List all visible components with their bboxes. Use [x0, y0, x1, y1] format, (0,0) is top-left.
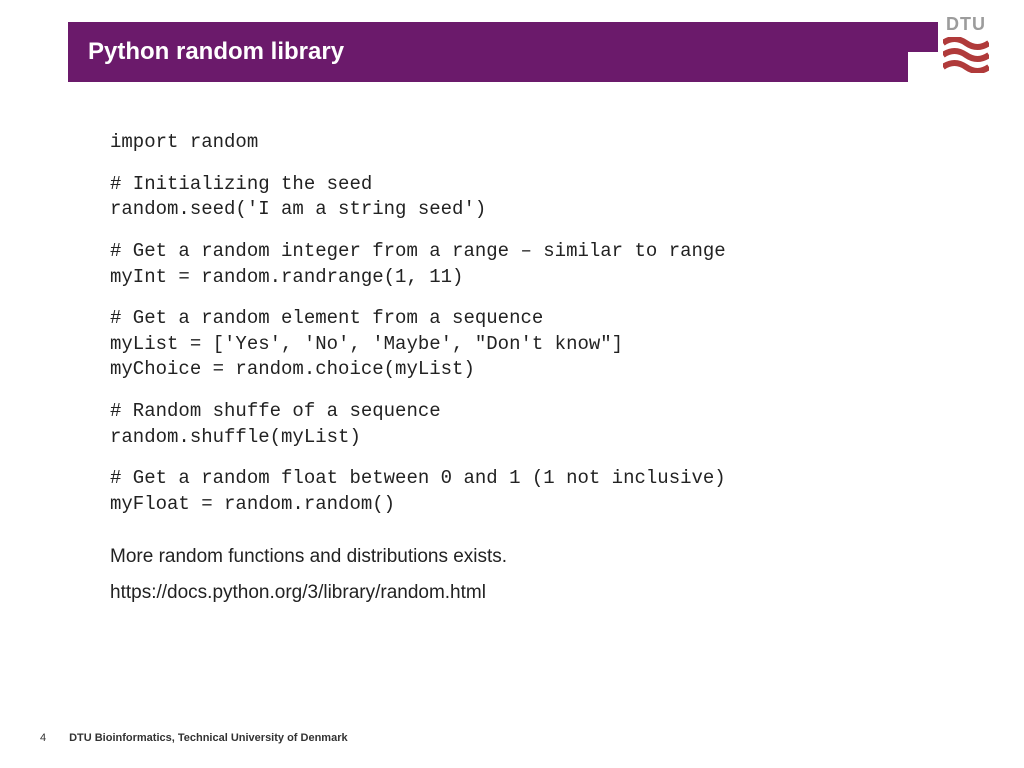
slide-title-bar: Python random library [68, 22, 908, 82]
title-bar-tab [908, 22, 938, 52]
code-line: import random [110, 130, 934, 156]
code-line: # Get a random float between 0 and 1 (1 … [110, 466, 934, 517]
code-block: import random # Initializing the seed ra… [110, 130, 934, 518]
page-number: 4 [40, 732, 66, 744]
footer-institution: DTU Bioinformatics, Technical University… [69, 732, 348, 744]
code-line: # Get a random integer from a range – si… [110, 239, 934, 290]
slide-content: import random # Initializing the seed ra… [110, 130, 934, 618]
dtu-logo-icon [938, 37, 994, 73]
code-line: # Get a random element from a sequence m… [110, 306, 934, 383]
body-line: More random functions and distributions … [110, 546, 934, 568]
slide-footer: 4 DTU Bioinformatics, Technical Universi… [40, 732, 348, 744]
body-text: More random functions and distributions … [110, 546, 934, 604]
dtu-logo-text: DTU [938, 14, 994, 35]
code-line: # Initializing the seed random.seed('I a… [110, 172, 934, 223]
slide-title: Python random library [88, 38, 344, 66]
code-line: # Random shuffe of a sequence random.shu… [110, 399, 934, 450]
dtu-logo: DTU [938, 14, 994, 73]
body-link-text: https://docs.python.org/3/library/random… [110, 582, 934, 604]
